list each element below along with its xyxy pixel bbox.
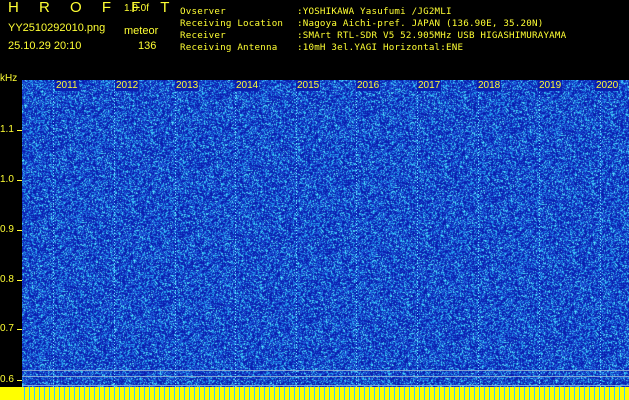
info-antenna-value: :10mH 3el.YAGI Horizontal:ENE [297,42,464,53]
datetime-label: 25.10.29 20:10 [8,40,82,52]
x-label: 2018 [477,80,502,91]
count-label: 136 [138,40,157,52]
grid-line [175,80,176,400]
spectrogram-display[interactable] [22,80,629,400]
grid-line [296,80,297,400]
x-label: 2012 [115,80,140,91]
marker-line [22,370,629,371]
marker-line [22,385,629,386]
version-label: 1.0.0f [124,3,150,14]
info-antenna: Receiving Antenna :10mH 3el.YAGI Horizont… [180,42,463,53]
ytick-label: 0.7 [0,323,14,334]
info-location-label: Receiving Location [180,18,284,29]
info-location-value: :Nagoya Aichi-pref. JAPAN (136.90E, 35.2… [297,18,544,29]
grid-line [235,80,236,400]
ytick-label: 1.0 [0,174,14,185]
grid-line [114,80,115,400]
info-observer-value: :YOSHIKAWA Yasufumi /JG2MLI [297,6,452,17]
x-label: 2013 [175,80,200,91]
info-observer: Ovserver :YOSHIKAWA Yasufumi /JG2MLI [180,6,452,17]
filename-label: YY2510292010.png [8,22,106,34]
info-receiver-label: Receiver [180,30,226,41]
y-axis-unit: kHz [0,73,18,84]
x-label: 2016 [356,80,381,91]
app-title: H R O F F T [8,0,178,16]
signal-band-edge [0,387,22,400]
x-label: 2017 [417,80,442,91]
ytick-label: 0.6 [0,374,14,385]
mode-label: meteor [124,25,159,37]
x-label: 2014 [235,80,260,91]
x-label: 2019 [538,80,563,91]
grid-line [539,80,540,400]
grid-line [417,80,418,400]
grid-line [53,80,54,400]
grid-line [478,80,479,400]
grid-line [356,80,357,400]
marker-line [22,376,629,377]
ytick-label: 0.8 [0,274,14,285]
ytick-label: 0.9 [0,224,14,235]
x-label: 2011 [55,80,79,91]
info-observer-label: Ovserver [180,6,226,17]
x-label: 2015 [296,80,321,91]
info-receiver: Receiver :SMArt RTL-SDR V5 52.905MHz USB … [180,30,566,41]
info-location: Receiving Location :Nagoya Aichi-pref. JA… [180,18,543,29]
ytick-label: 1.1 [0,124,14,135]
grid-line [600,80,601,400]
info-receiver-value: :SMArt RTL-SDR V5 52.905MHz USB HIGASHIM… [297,30,567,41]
x-label: 2020 [595,80,620,91]
signal-band [22,387,629,400]
info-antenna-label: Receiving Antenna [180,42,278,53]
